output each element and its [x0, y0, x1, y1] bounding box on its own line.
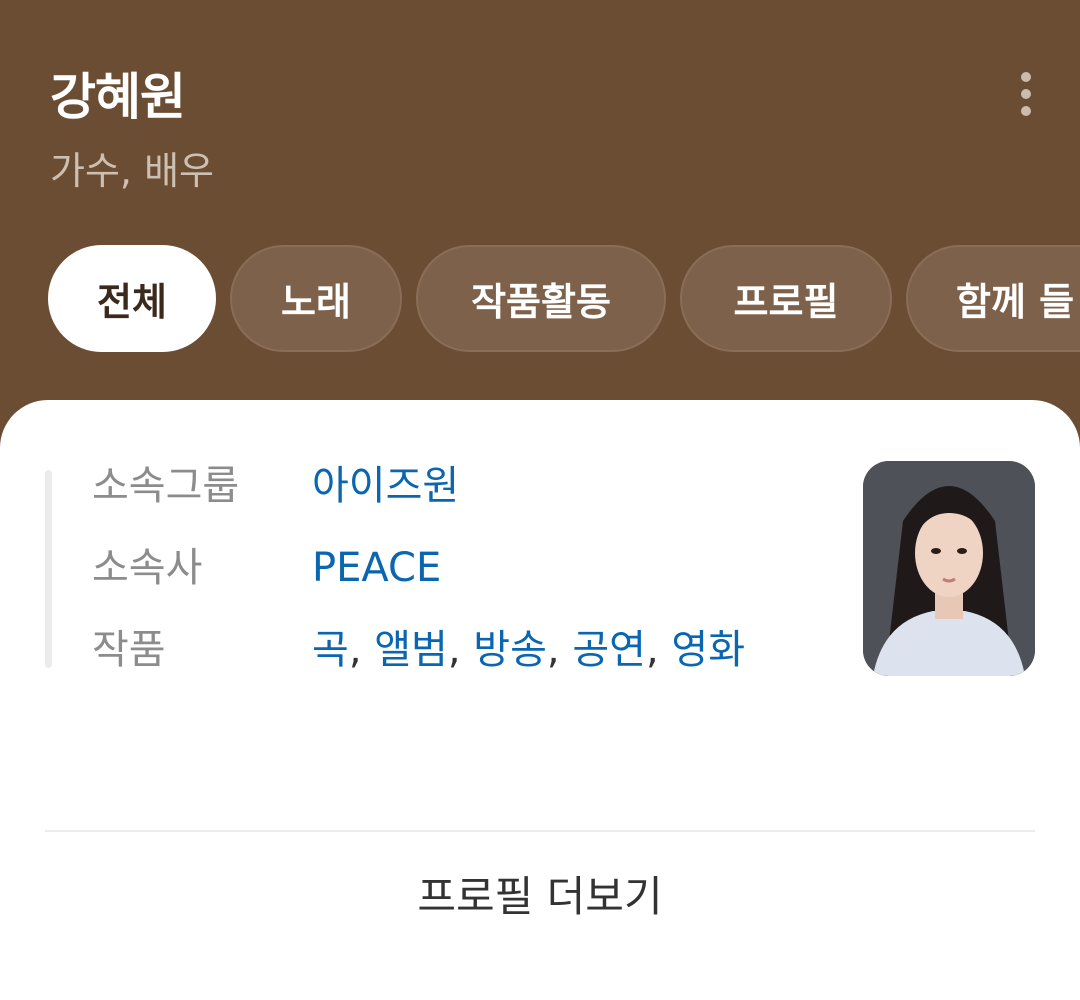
agency-label: 소속사: [92, 545, 203, 591]
more-vertical-icon: [1021, 72, 1031, 82]
tab-profile[interactable]: 프로필: [680, 245, 892, 352]
profile-card: 소속그룹 아이즈원 소속사 PEACE 작품 곡, 앨범, 방송, 공연, 영화…: [0, 400, 1080, 1000]
works-link-songs[interactable]: 곡: [312, 627, 349, 673]
more-vertical-icon-dot: [1021, 106, 1031, 116]
works-link-broadcast[interactable]: 방송: [473, 627, 547, 673]
agency-link[interactable]: PEACE: [312, 538, 441, 598]
section-divider: [45, 830, 1035, 832]
more-profile-button[interactable]: 프로필 더보기: [0, 862, 1080, 932]
profile-photo[interactable]: [863, 461, 1035, 676]
tab-all[interactable]: 전체: [48, 245, 216, 352]
info-accent-bar: [45, 470, 52, 668]
works-link-movie[interactable]: 영화: [671, 627, 745, 673]
tab-works[interactable]: 작품활동: [416, 245, 666, 352]
works-label: 작품: [92, 627, 166, 673]
person-name: 강혜원: [50, 68, 186, 126]
works-link-albums[interactable]: 앨범: [374, 627, 448, 673]
works-list: 곡, 앨범, 방송, 공연, 영화: [312, 627, 745, 673]
tab-songs[interactable]: 노래: [230, 245, 402, 352]
category-tabs: 전체 노래 작품활동 프로필 함께 들: [48, 245, 1080, 352]
tab-listen-together[interactable]: 함께 들: [906, 245, 1080, 352]
group-link[interactable]: 아이즈원: [312, 456, 459, 516]
profile-header: 강혜원 가수, 배우 전체 노래 작품활동 프로필 함께 들: [0, 0, 1080, 420]
more-options-button[interactable]: [1000, 62, 1052, 126]
portrait-image: [863, 461, 1035, 676]
group-label: 소속그룹: [92, 463, 240, 509]
person-occupation: 가수, 배우: [50, 149, 214, 193]
more-vertical-icon-dot: [1021, 89, 1031, 99]
works-link-performance[interactable]: 공연: [572, 627, 646, 673]
